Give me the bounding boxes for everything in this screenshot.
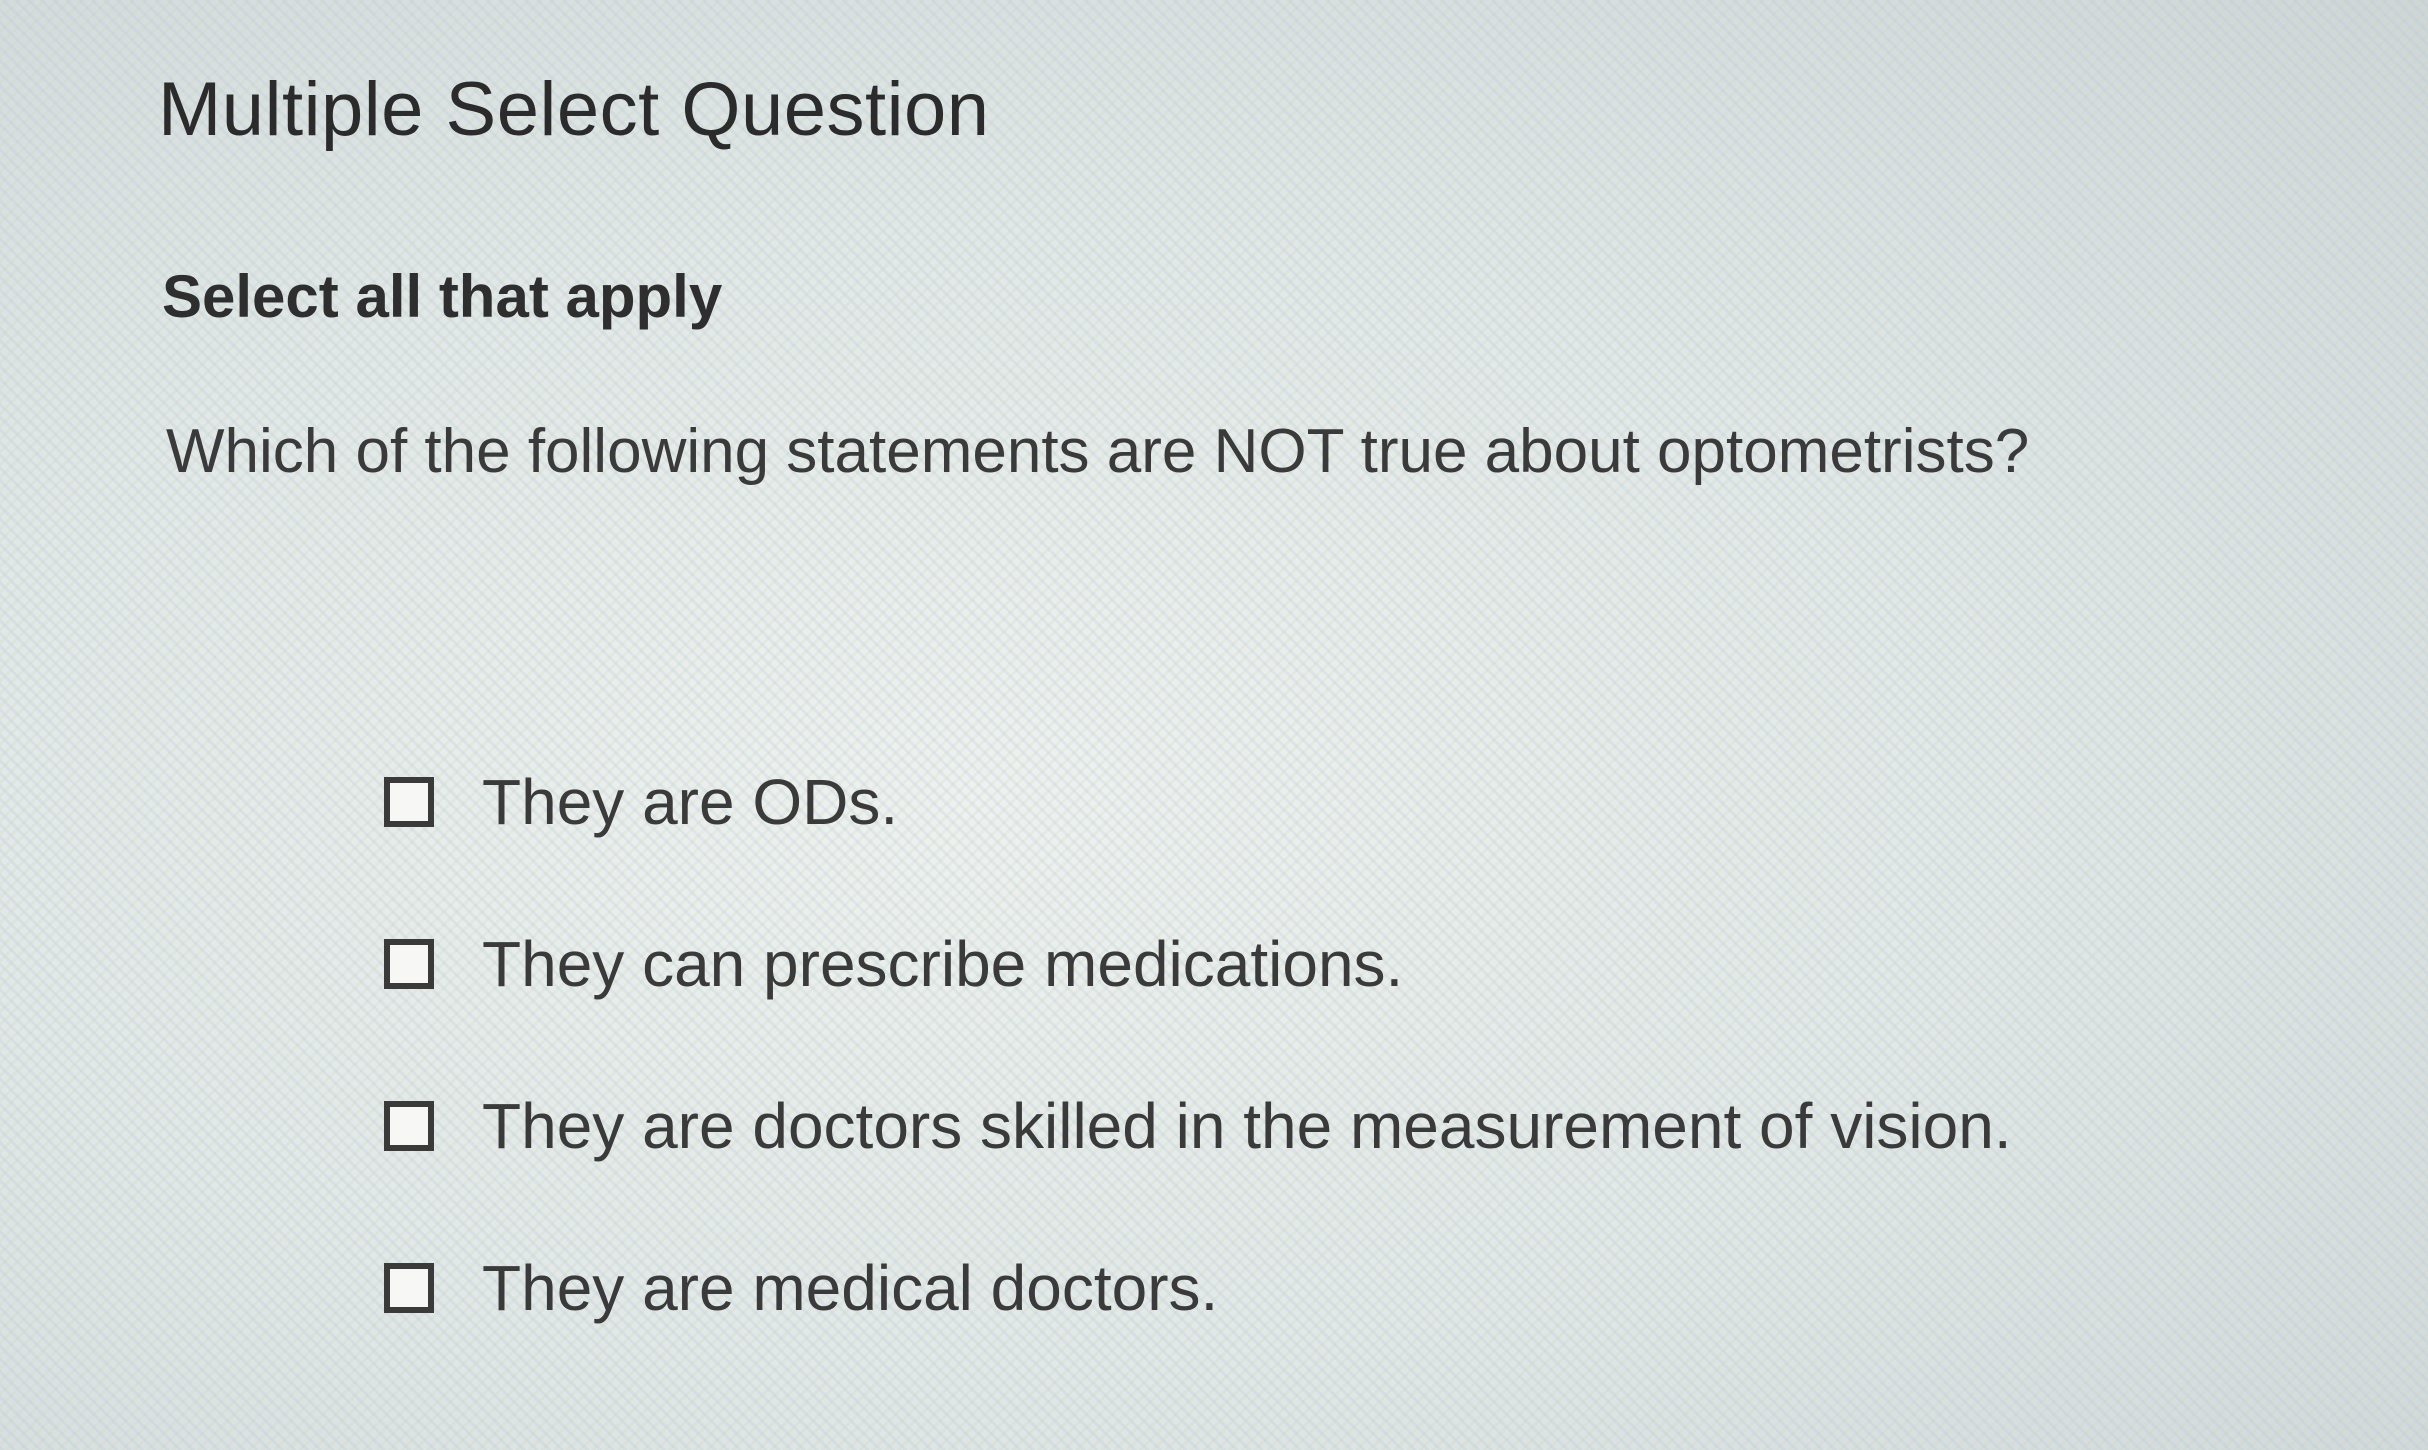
answer-label-2: They can prescribe medications.: [482, 928, 1404, 1000]
answer-option-4[interactable]: They are medical doctors.: [384, 1238, 2012, 1338]
answer-checkbox-2[interactable]: [384, 939, 434, 989]
question-page: Multiple Select Question Select all that…: [0, 0, 2428, 1450]
answer-options-list: They are ODs. They can prescribe medicat…: [384, 752, 2012, 1338]
answer-checkbox-3[interactable]: [384, 1101, 434, 1151]
answer-label-4: They are medical doctors.: [482, 1252, 1219, 1324]
question-prompt: Which of the following statements are NO…: [166, 417, 2030, 486]
question-instruction: Select all that apply: [162, 263, 723, 330]
question-type-heading: Multiple Select Question: [158, 67, 990, 152]
answer-option-1[interactable]: They are ODs.: [384, 752, 2012, 852]
answer-option-3[interactable]: They are doctors skilled in the measurem…: [384, 1076, 2012, 1176]
answer-label-3: They are doctors skilled in the measurem…: [482, 1090, 2012, 1162]
answer-checkbox-4[interactable]: [384, 1263, 434, 1313]
answer-option-2[interactable]: They can prescribe medications.: [384, 914, 2012, 1014]
answer-label-1: They are ODs.: [482, 766, 899, 838]
answer-checkbox-1[interactable]: [384, 777, 434, 827]
